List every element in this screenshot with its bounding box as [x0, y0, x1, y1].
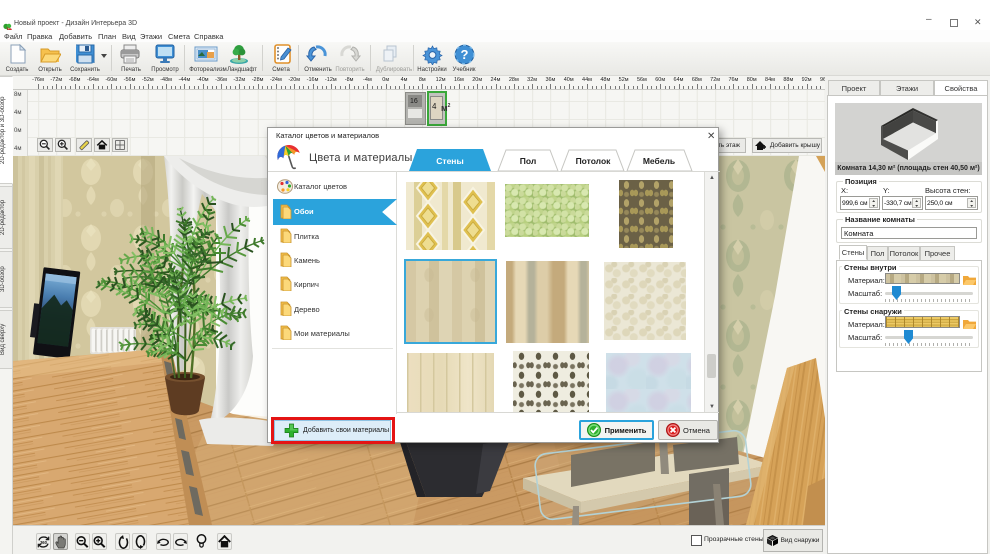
svg-text:Потолок: Потолок: [576, 156, 612, 166]
svg-text:Стены: Стены: [436, 156, 463, 166]
svg-text:360: 360: [40, 539, 48, 544]
svg-text:Мебель: Мебель: [643, 156, 675, 166]
svg-text:Пол: Пол: [520, 156, 537, 166]
svg-text:?: ?: [460, 47, 468, 62]
